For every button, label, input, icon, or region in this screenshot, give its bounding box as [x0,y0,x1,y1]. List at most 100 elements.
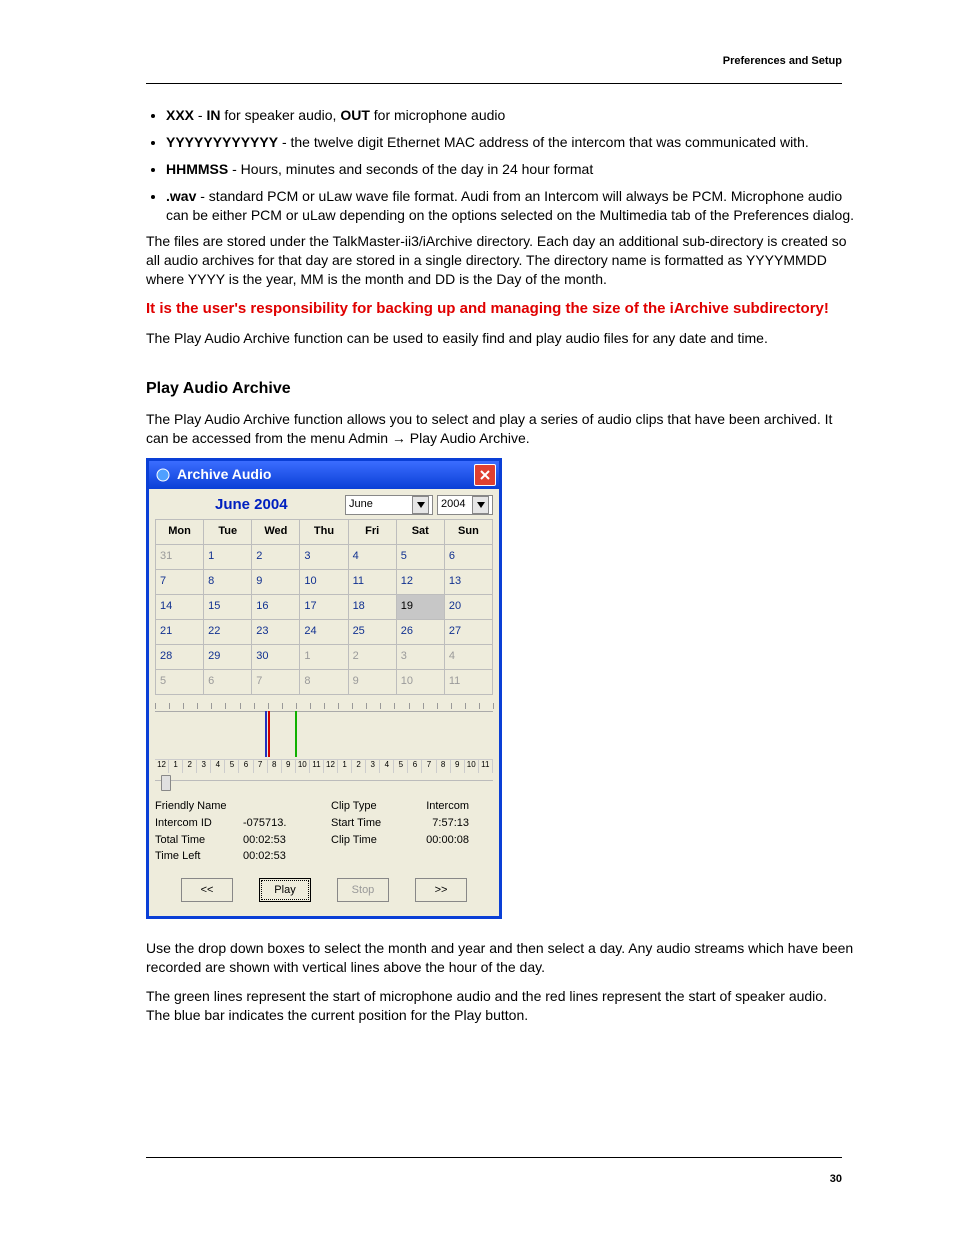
hour-label: 10 [465,759,479,773]
calendar-day-cell[interactable]: 19 [396,594,444,619]
usage-paragraph-1: Use the drop down boxes to select the mo… [146,939,854,977]
calendar-day-cell[interactable]: 20 [444,594,492,619]
month-select[interactable]: June [345,495,433,515]
header-rule [146,83,842,84]
calendar-day-cell[interactable]: 23 [252,619,300,644]
hour-label: 4 [380,759,394,773]
hour-label: 8 [268,759,282,773]
hour-label: 3 [366,759,380,773]
hour-label: 5 [394,759,408,773]
calendar-day-cell[interactable]: 11 [348,569,396,594]
calendar-day-cell[interactable]: 27 [444,619,492,644]
calendar-day-cell[interactable]: 7 [156,569,204,594]
stop-button[interactable]: Stop [337,878,389,902]
clip-time-label: Clip Time [331,833,401,848]
position-slider[interactable] [155,775,493,787]
calendar-day-cell[interactable]: 5 [156,669,204,694]
calendar-day-cell[interactable]: 7 [252,669,300,694]
calendar-day-cell[interactable]: 6 [444,544,492,569]
hour-label: 2 [183,759,197,773]
calendar-day-cell[interactable]: 10 [300,569,348,594]
hour-label: 2 [352,759,366,773]
calendar-day-cell[interactable]: 8 [204,569,252,594]
calendar-day-cell[interactable]: 14 [156,594,204,619]
clip-time-value: 00:00:08 [409,833,469,848]
calendar-day-cell[interactable]: 1 [300,644,348,669]
calendar-day-cell[interactable]: 9 [348,669,396,694]
footer-rule [146,1157,842,1158]
calendar-day-cell[interactable]: 12 [396,569,444,594]
calendar-day-cell[interactable]: 4 [444,644,492,669]
hour-label: 5 [225,759,239,773]
hour-label: 11 [310,759,324,773]
calendar-day-header: Tue [204,519,252,544]
calendar-day-cell[interactable]: 21 [156,619,204,644]
hour-label: 12 [155,759,169,773]
calendar-day-cell[interactable]: 25 [348,619,396,644]
calendar-day-cell[interactable]: 16 [252,594,300,619]
warning-paragraph: It is the user's responsibility for back… [146,299,854,319]
calendar-day-cell[interactable]: 2 [252,544,300,569]
calendar-day-cell[interactable]: 17 [300,594,348,619]
hour-label: 6 [408,759,422,773]
close-button[interactable] [474,464,496,486]
hour-label: 11 [479,759,493,773]
section-title: Play Audio Archive [146,378,854,400]
app-icon [155,467,171,483]
calendar-day-cell[interactable]: 31 [156,544,204,569]
calendar-day-cell[interactable]: 22 [204,619,252,644]
time-left-label: Time Left [155,849,235,864]
hour-label: 4 [211,759,225,773]
hour-label: 1 [338,759,352,773]
page-header: Preferences and Setup [723,54,842,69]
info-grid: Friendly Name Clip Type Intercom Interco… [155,799,493,864]
calendar-day-cell[interactable]: 4 [348,544,396,569]
calendar-day-cell[interactable]: 1 [204,544,252,569]
red-marker [268,711,270,757]
calendar-day-cell[interactable]: 24 [300,619,348,644]
clip-type-label: Clip Type [331,799,401,814]
calendar-day-cell[interactable]: 11 [444,669,492,694]
clip-type-value: Intercom [409,799,469,814]
storage-paragraph: The files are stored under the TalkMaste… [146,232,854,289]
filename-parts-list: XXX - IN for speaker audio, OUT for micr… [146,106,854,224]
calendar-day-cell[interactable]: 3 [300,544,348,569]
year-select[interactable]: 2004 [437,495,493,515]
calendar-day-cell[interactable]: 15 [204,594,252,619]
calendar-day-cell[interactable]: 2 [348,644,396,669]
calendar-day-cell[interactable]: 3 [396,644,444,669]
calendar-day-cell[interactable]: 5 [396,544,444,569]
blue-marker [265,711,267,757]
calendar-day-cell[interactable]: 13 [444,569,492,594]
green-marker [295,711,297,757]
friendly-name-label: Friendly Name [155,799,235,814]
start-time-label: Start Time [331,816,401,831]
calendar-day-cell[interactable]: 29 [204,644,252,669]
calendar-day-cell[interactable]: 30 [252,644,300,669]
hour-label: 7 [422,759,436,773]
calendar-day-cell[interactable]: 18 [348,594,396,619]
time-format-label: HHMMSS [166,161,228,177]
hour-label: 9 [451,759,465,773]
xxx-label: XXX [166,107,194,123]
calendar-day-cell[interactable]: 10 [396,669,444,694]
friendly-name-value [243,799,323,814]
calendar-day-header: Fri [348,519,396,544]
timeline[interactable]: 121234567891011121234567891011 [155,703,493,773]
dialog-title: Archive Audio [177,465,474,484]
hour-label: 8 [437,759,451,773]
calendar-day-cell[interactable]: 26 [396,619,444,644]
archive-audio-dialog: Archive Audio June 2004 June 2004 MonTue… [146,458,502,920]
note-paragraph: The Play Audio Archive function can be u… [146,329,854,348]
calendar-day-header: Thu [300,519,348,544]
slider-thumb[interactable] [161,775,171,791]
play-button[interactable]: Play [259,878,311,902]
calendar-day-cell[interactable]: 6 [204,669,252,694]
chevron-down-icon [472,496,489,514]
dialog-titlebar: Archive Audio [149,461,499,489]
prev-button[interactable]: << [181,878,233,902]
next-button[interactable]: >> [415,878,467,902]
calendar-day-cell[interactable]: 9 [252,569,300,594]
calendar-day-cell[interactable]: 28 [156,644,204,669]
calendar-day-cell[interactable]: 8 [300,669,348,694]
